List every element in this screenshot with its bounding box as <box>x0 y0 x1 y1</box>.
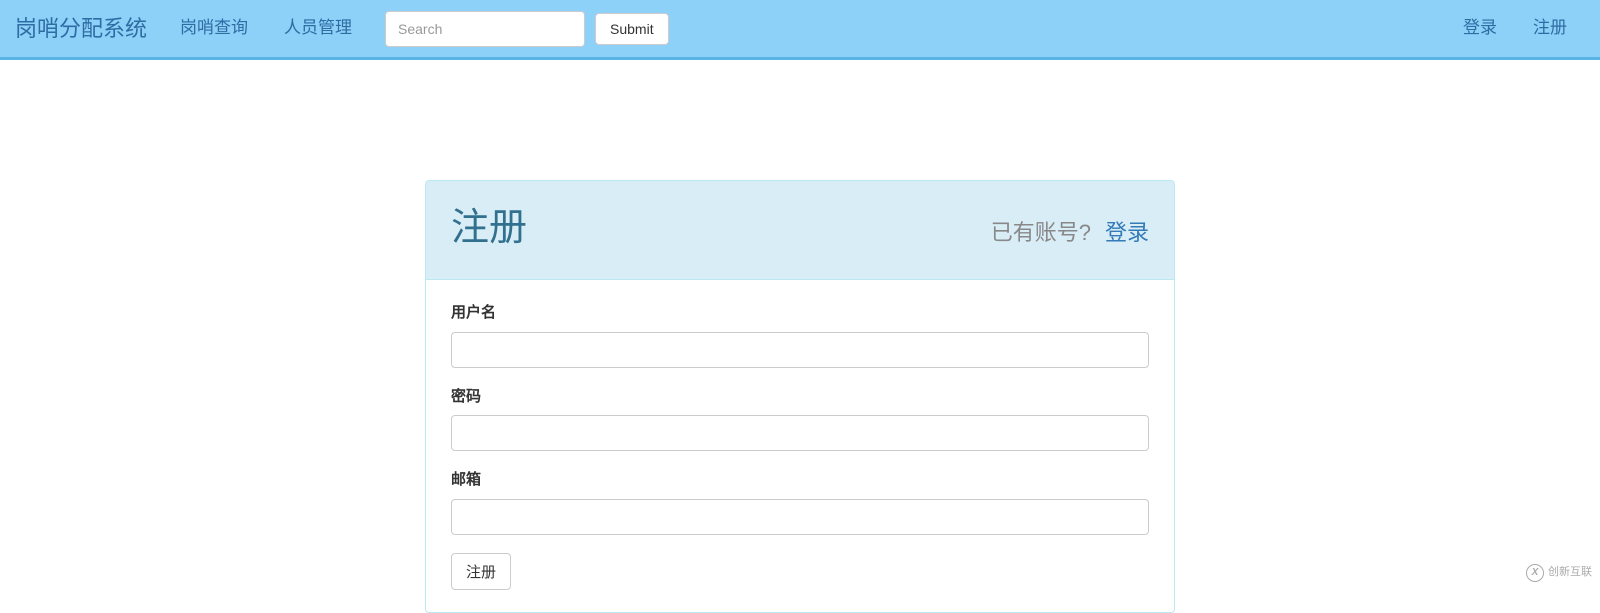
watermark: X 创新互联 <box>1526 564 1592 582</box>
username-field[interactable] <box>451 332 1149 368</box>
watermark-logo-icon: X <box>1526 564 1544 582</box>
nav-link-query[interactable]: 岗哨查询 <box>162 16 266 40</box>
nav-link-manage[interactable]: 人员管理 <box>266 16 370 40</box>
main-container: 注册 已有账号? 登录 用户名 密码 邮箱 注册 <box>425 60 1175 613</box>
nav-link-login[interactable]: 登录 <box>1445 16 1515 40</box>
navbar-brand[interactable]: 岗哨分配系统 <box>15 13 162 44</box>
nav-links: 岗哨查询 人员管理 <box>162 16 370 40</box>
register-panel: 注册 已有账号? 登录 用户名 密码 邮箱 注册 <box>425 180 1175 613</box>
form-group-email: 邮箱 <box>451 469 1149 534</box>
email-label: 邮箱 <box>451 469 1149 490</box>
form-group-username: 用户名 <box>451 302 1149 367</box>
watermark-text: 创新互联 <box>1548 565 1592 581</box>
username-label: 用户名 <box>451 302 1149 323</box>
form-group-password: 密码 <box>451 386 1149 451</box>
register-button[interactable]: 注册 <box>451 553 511 590</box>
email-field[interactable] <box>451 499 1149 535</box>
login-link[interactable]: 登录 <box>1105 217 1149 248</box>
search-submit-button[interactable]: Submit <box>595 13 669 45</box>
panel-heading: 注册 已有账号? 登录 <box>426 181 1174 280</box>
navbar-right: 登录 注册 <box>1445 16 1585 40</box>
panel-subtitle: 已有账号? 登录 <box>991 217 1149 248</box>
nav-link-register[interactable]: 注册 <box>1515 16 1585 40</box>
password-label: 密码 <box>451 386 1149 407</box>
panel-title: 注册 <box>451 201 527 255</box>
search-input[interactable] <box>385 11 585 47</box>
has-account-text: 已有账号? <box>991 217 1091 248</box>
password-field[interactable] <box>451 415 1149 451</box>
navbar: 岗哨分配系统 岗哨查询 人员管理 Submit 登录 注册 <box>0 0 1600 60</box>
navbar-search-form: Submit <box>385 11 669 47</box>
panel-body: 用户名 密码 邮箱 注册 <box>426 280 1174 611</box>
